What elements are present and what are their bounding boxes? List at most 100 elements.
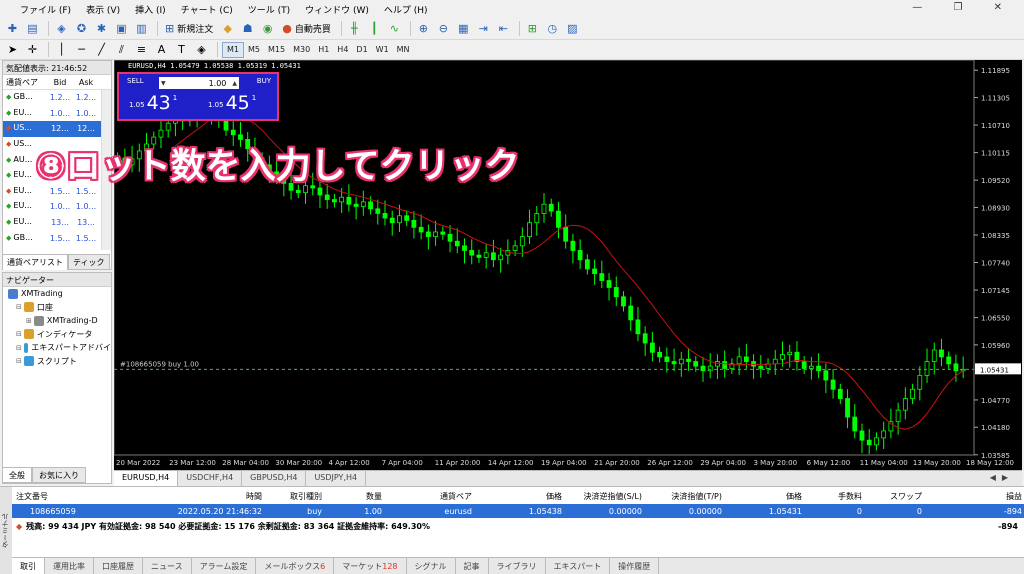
tab-scroll-arrows[interactable]: ◀▶ [982, 471, 1022, 486]
window-controls[interactable]: — ❐ ✕ [912, 2, 1016, 13]
auto-trade-button[interactable]: ● 自動売買 [279, 20, 334, 37]
terminal-tab[interactable]: 操作履歴 [610, 558, 660, 574]
terminal-tab[interactable]: メールボックス6 [256, 558, 335, 574]
terminal-tab[interactable]: 取引 [12, 558, 45, 574]
expand-icon[interactable]: ⊟ [16, 357, 22, 365]
terminal-tab[interactable]: エキスパート [546, 558, 611, 574]
terminal-tab[interactable]: 運用比率 [45, 558, 94, 574]
terminal-column-header[interactable]: 価格 [472, 491, 562, 502]
timeframe-m30[interactable]: M30 [289, 42, 314, 58]
lot-size-input[interactable]: ▼ 1.00 ▲ [159, 77, 239, 89]
price-chart[interactable]: 1.11895 1.11305 1.10710 1.10115 1.09520 1.089… [114, 60, 1022, 470]
navigator-item[interactable]: XMTrading [3, 287, 111, 301]
terminal-icon[interactable]: ▣ [113, 20, 130, 37]
terminal-column-header[interactable]: 取引種別 [262, 491, 322, 502]
bid-header[interactable]: Bid [47, 78, 73, 87]
market-watch-row[interactable]: ◆ GB... 1.5... 1.5... [3, 230, 111, 246]
navigator-item[interactable]: ⊟ インディケータ [3, 328, 111, 342]
menu-item[interactable]: ツール (T) [248, 3, 290, 16]
new-order-button[interactable]: ⊞ 新規注文 [162, 20, 216, 37]
terminal-column-header[interactable]: 決済逆指値(S/L) [562, 491, 642, 502]
zoom-in-icon[interactable]: ⊕ [415, 20, 432, 37]
terminal-column-header[interactable]: 手数料 [802, 491, 862, 502]
terminal-tab[interactable]: ニュース [143, 558, 192, 574]
timeframe-m5[interactable]: M5 [244, 42, 264, 58]
terminal-tab[interactable]: 記事 [456, 558, 489, 574]
fibonacci-icon[interactable]: ≡ [133, 41, 150, 58]
menu-item[interactable]: ウィンドウ (W) [305, 3, 369, 16]
chart-shift-icon[interactable]: ⇤ [495, 20, 512, 37]
tile-windows-icon[interactable]: ▦ [455, 20, 472, 37]
chart-tab[interactable]: EURUSD,H4 [114, 471, 179, 486]
horizontal-line-icon[interactable]: ─ [73, 41, 90, 58]
menu-item[interactable]: ファイル (F) [20, 3, 71, 16]
market-icon[interactable]: ◉ [259, 20, 276, 37]
data-window-icon[interactable]: ✪ [73, 20, 90, 37]
periods-icon[interactable]: ◷ [544, 20, 561, 37]
market-watch-row[interactable]: ◆ EU... 1.0... 1.0... [3, 199, 111, 215]
timeframe-h4[interactable]: H4 [333, 42, 352, 58]
vertical-line-icon[interactable]: │ [53, 41, 70, 58]
timeframe-h1[interactable]: H1 [314, 42, 333, 58]
menu-item[interactable]: ヘルプ (H) [384, 3, 428, 16]
timeframe-d1[interactable]: D1 [352, 42, 371, 58]
terminal-tab[interactable]: 口座履歴 [94, 558, 143, 574]
text-icon[interactable]: A [153, 41, 170, 58]
crosshair-icon[interactable]: ✛ [24, 41, 41, 58]
market-watch-row[interactable]: ◆ EU... 13... 13... [3, 215, 111, 231]
terminal-column-header[interactable]: 価格 [722, 491, 802, 502]
terminal-column-header[interactable]: 注文番号 [12, 491, 172, 502]
terminal-tab[interactable]: シグナル [407, 558, 456, 574]
trendline-icon[interactable]: ╱ [93, 41, 110, 58]
market-watch-tab[interactable]: 通貨ペアリスト [2, 254, 68, 270]
chart-tab[interactable]: USDCHF,H4 [178, 471, 243, 486]
terminal-tab[interactable]: アラーム設定 [192, 558, 257, 574]
chart-tab[interactable]: GBPUSD,H4 [242, 471, 307, 486]
timeframe-m15[interactable]: M15 [264, 42, 289, 58]
metaeditor-icon[interactable]: ◆ [219, 20, 236, 37]
symbol-header[interactable]: 通貨ペア [3, 77, 47, 88]
expand-icon[interactable]: ⊟ [16, 330, 22, 338]
navigator-item[interactable]: ⊟ エキスパートアドバイ [3, 341, 111, 355]
market-watch-icon[interactable]: ◈ [53, 20, 70, 37]
signals-icon[interactable]: ☗ [239, 20, 256, 37]
terminal-column-header[interactable]: 決済指値(T/P) [642, 491, 722, 502]
expand-icon[interactable]: ⊟ [16, 344, 22, 352]
navigator-item[interactable]: ⊟ 口座 [3, 301, 111, 315]
timeframe-mn[interactable]: MN [393, 42, 414, 58]
scroll-chart-icon[interactable]: ⇥ [475, 20, 492, 37]
navigator-icon[interactable]: ✱ [93, 20, 110, 37]
timeframe-m1[interactable]: M1 [222, 41, 244, 58]
market-watch-row[interactable]: ◆ GB... 1.2... 1.2... [3, 90, 111, 106]
lot-up-icon[interactable]: ▲ [232, 80, 237, 87]
timeframe-w1[interactable]: W1 [372, 42, 393, 58]
new-chart-icon[interactable]: ✚ [4, 20, 21, 37]
terminal-column-header[interactable]: スワップ [862, 491, 922, 502]
label-icon[interactable]: T [173, 41, 190, 58]
candlestick-icon[interactable]: ┃ [366, 20, 383, 37]
shapes-icon[interactable]: ◈ [193, 41, 210, 58]
market-watch-row[interactable]: ◆ US... 12... 12... [3, 121, 111, 137]
navigator-item[interactable]: ⊞ XMTrading-D [3, 314, 111, 328]
terminal-column-header[interactable]: 損益 [922, 491, 1022, 502]
terminal-column-header[interactable]: 通貨ペア [382, 491, 472, 502]
indicators-icon[interactable]: ⊞ [524, 20, 541, 37]
channel-icon[interactable]: ⫽ [113, 41, 130, 58]
order-row[interactable]: 108665059 2022.05.20 21:46:32 buy 1.00 eurus… [12, 504, 1024, 518]
navigator-item[interactable]: ⊟ スクリプト [3, 355, 111, 369]
chart-tab[interactable]: USDJPY,H4 [306, 471, 367, 486]
lot-down-icon[interactable]: ▼ [161, 80, 166, 87]
line-chart-icon[interactable]: ∿ [386, 20, 403, 37]
zoom-out-icon[interactable]: ⊖ [435, 20, 452, 37]
profiles-icon[interactable]: ▤ [24, 20, 41, 37]
market-watch-tab[interactable]: ティック [68, 254, 110, 270]
expand-icon[interactable]: ⊞ [26, 317, 32, 325]
terminal-tab[interactable]: ライブラリ [489, 558, 546, 574]
expand-icon[interactable]: ⊟ [16, 303, 22, 311]
ask-header[interactable]: Ask [73, 78, 99, 87]
market-watch-row[interactable]: ◆ EU... 1.0... 1.0... [3, 106, 111, 122]
tester-icon[interactable]: ▥ [133, 20, 150, 37]
navigator-tab[interactable]: 全般 [2, 467, 32, 483]
chart-canvas[interactable]: 1.11895 1.11305 1.10710 1.10115 1.09520 1.089… [114, 60, 1022, 470]
menu-item[interactable]: 挿入 (I) [135, 3, 166, 16]
